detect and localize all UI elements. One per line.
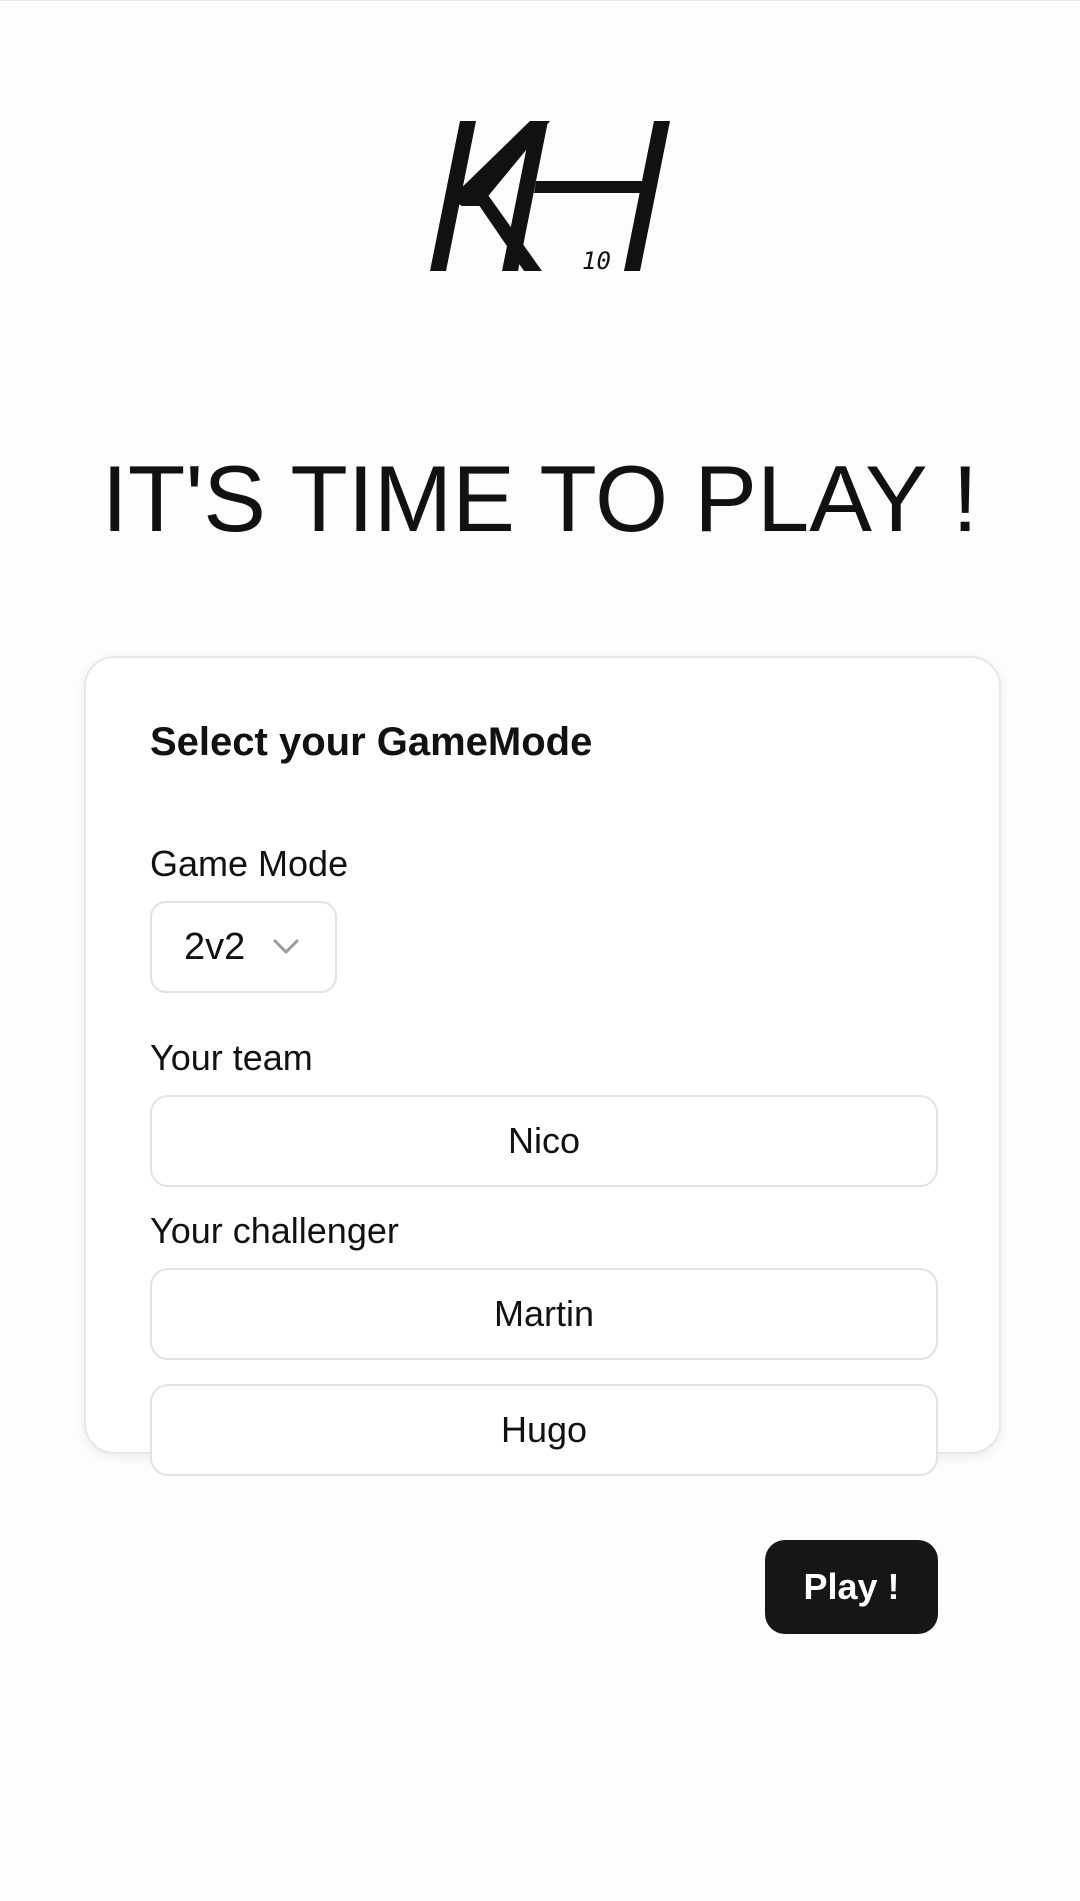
logo-badge-text: 10 bbox=[582, 247, 611, 275]
your-challenger-label: Your challenger bbox=[150, 1210, 399, 1251]
game-mode-select[interactable]: 2v2 bbox=[150, 901, 337, 993]
game-setup-page: 10 IT'S TIME TO PLAY ! Select your GameM… bbox=[0, 0, 1080, 1901]
challenger-player-2-field[interactable]: Hugo bbox=[150, 1384, 938, 1476]
game-mode-selected-value: 2v2 bbox=[184, 926, 246, 968]
team-player-1-field[interactable]: Nico bbox=[150, 1095, 938, 1187]
kh-logo-icon: 10 bbox=[430, 121, 670, 275]
page-headline: IT'S TIME TO PLAY ! bbox=[101, 446, 979, 551]
game-mode-label: Game Mode bbox=[150, 843, 349, 884]
play-button[interactable]: Play ! bbox=[765, 1540, 938, 1634]
chevron-down-icon bbox=[273, 939, 299, 954]
gamemode-form-card: Select your GameMode Game Mode 2v2 Your … bbox=[84, 656, 1001, 1634]
form-title: Select your GameMode bbox=[150, 720, 593, 764]
challenger-player-1-field[interactable]: Martin bbox=[150, 1268, 938, 1360]
your-team-label: Your team bbox=[150, 1037, 313, 1078]
